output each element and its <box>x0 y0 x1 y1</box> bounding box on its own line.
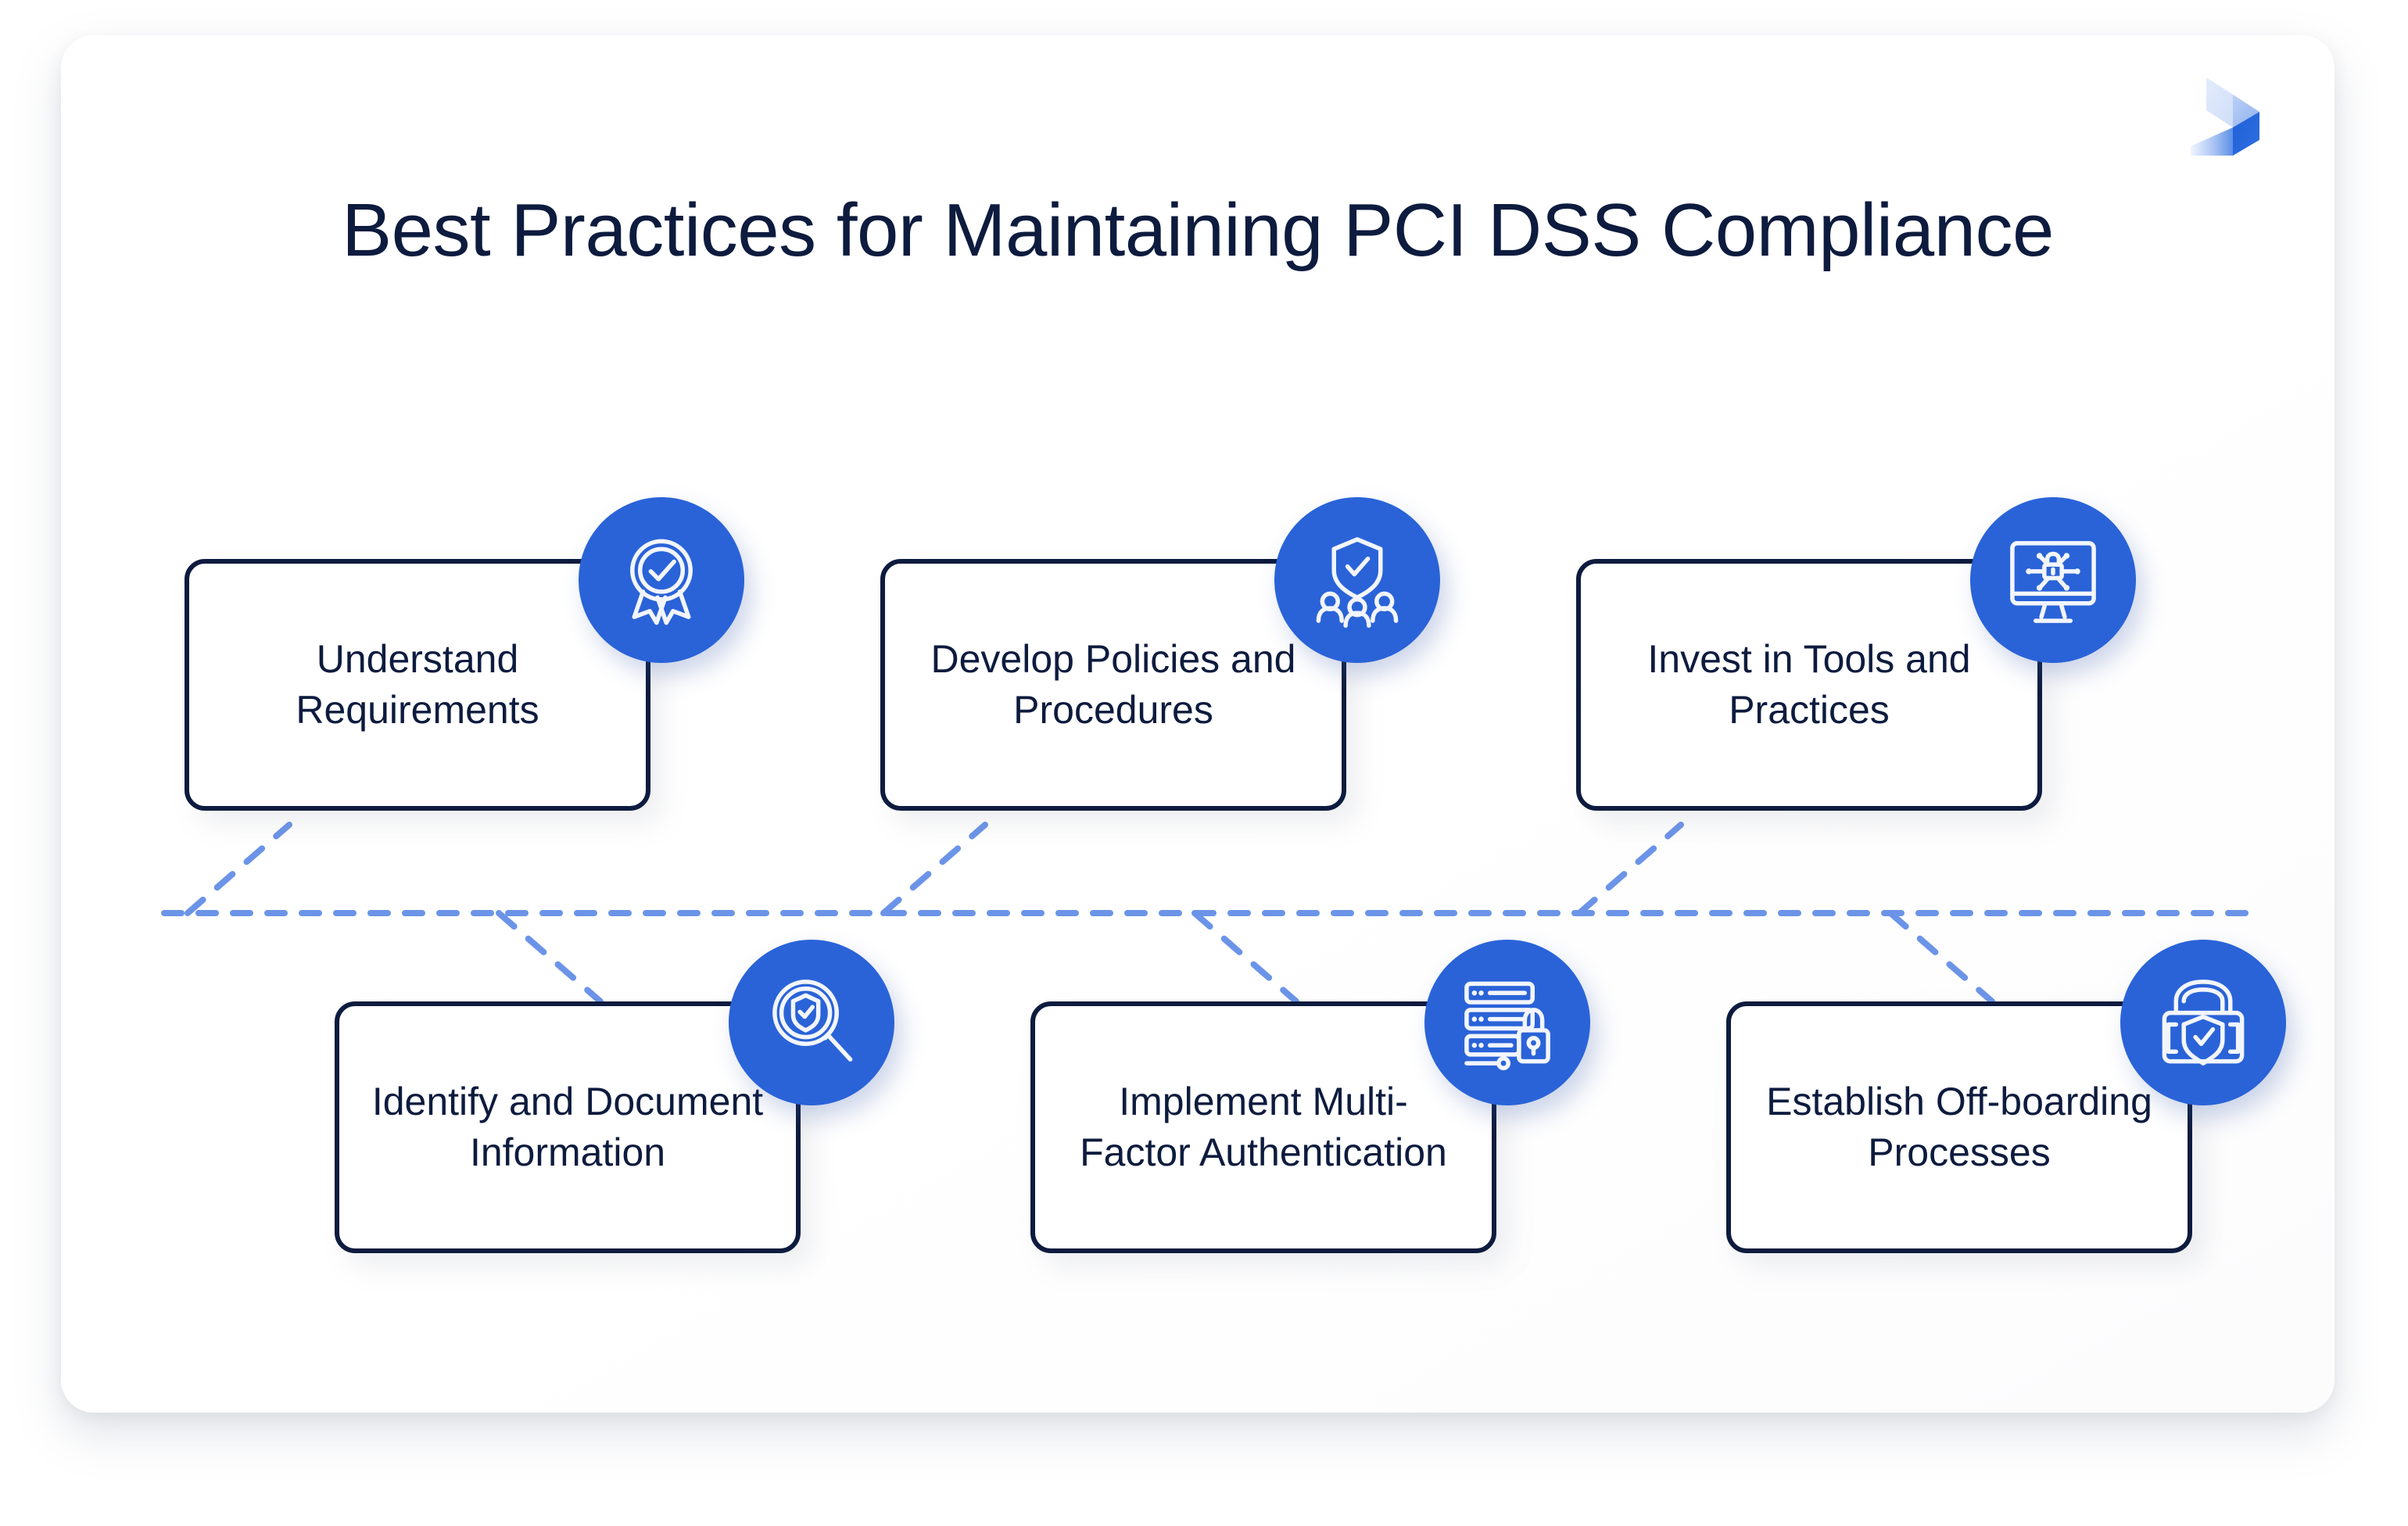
monitor-lock-network-icon <box>1970 497 2136 663</box>
page-title: Best Practices for Maintaining PCI DSS C… <box>342 188 2054 273</box>
branch-up-1 <box>185 822 292 916</box>
branch-down-2 <box>1191 910 1299 1005</box>
shield-check-people-icon <box>1274 497 1440 663</box>
card-label: Invest in Tools and Practices <box>1647 637 1971 732</box>
branch-down-3 <box>1887 910 1995 1005</box>
card-label: Identify and Document Information <box>371 1080 764 1174</box>
bold-b-isometric-logo-icon <box>2191 68 2263 156</box>
server-rack-lock-icon <box>1424 940 1590 1105</box>
card-label: Establish Off-boarding Processes <box>1766 1080 2152 1174</box>
award-badge-check-icon <box>579 497 744 663</box>
slide-surface: Best Practices for Maintaining PCI DSS C… <box>61 35 2335 1413</box>
card-label: Understand Requirements <box>296 637 539 732</box>
padlock-shield-check-icon <box>2120 940 2286 1105</box>
card-label: Implement Multi-Factor Authentication <box>1080 1080 1447 1174</box>
branch-up-3 <box>1576 822 1684 916</box>
infographic-canvas: Best Practices for Maintaining PCI DSS C… <box>0 0 2408 1526</box>
magnifier-shield-check-icon <box>729 940 894 1105</box>
card-label: Develop Policies and Procedures <box>930 637 1296 732</box>
branch-up-2 <box>880 822 988 916</box>
branch-down-1 <box>496 910 604 1005</box>
